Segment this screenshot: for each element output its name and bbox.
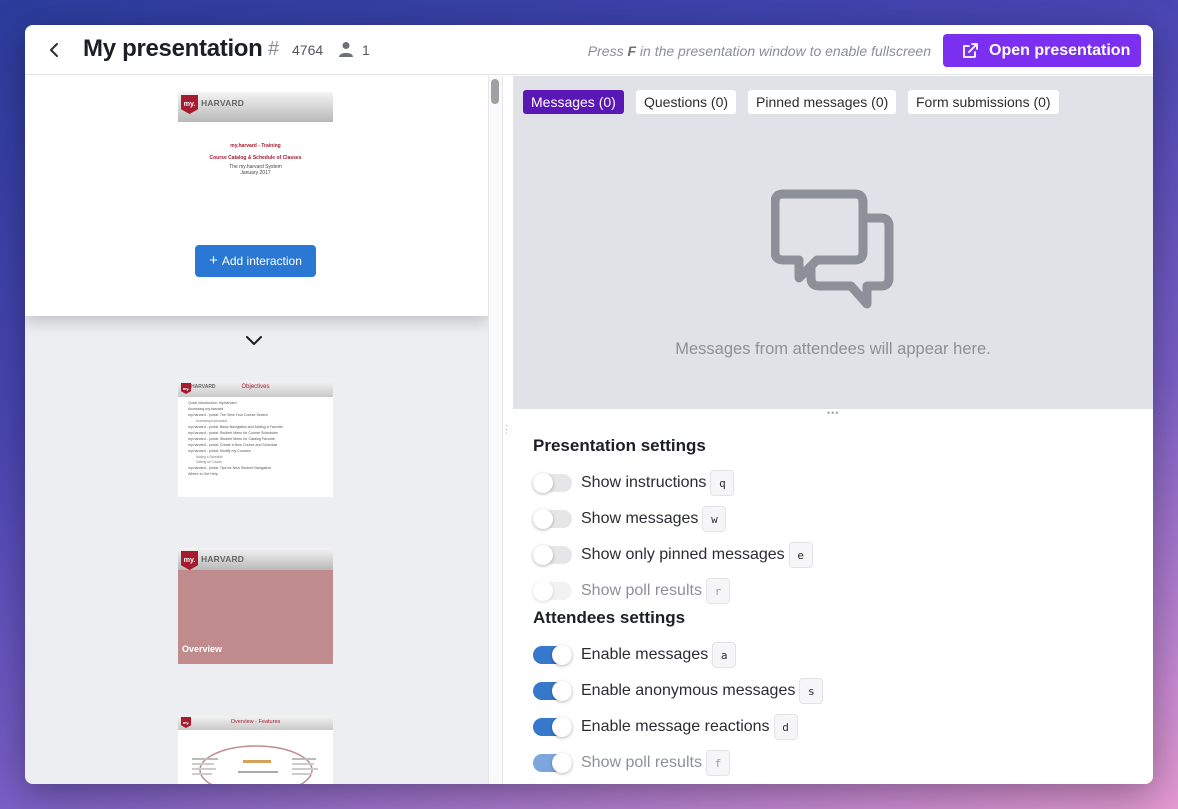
setting-show-instructions: Show instructions q <box>533 469 735 497</box>
setting-label: Show only pinned messages <box>581 546 785 563</box>
tab-messages[interactable]: Messages (0) <box>523 90 624 114</box>
presentation-code: 4764 <box>292 42 324 58</box>
divider-handle-icon[interactable]: · · · <box>505 422 508 438</box>
features-title: Overview - Features <box>230 719 281 725</box>
shortcut-key: r <box>705 578 730 604</box>
setting-label: Show poll results <box>581 582 702 599</box>
add-interaction-label: Add interaction <box>221 254 302 268</box>
hash-icon: # <box>268 38 280 60</box>
slide-date-line: January 2017 <box>240 170 271 176</box>
setting-attendee-poll-results: Show poll results f <box>533 749 730 777</box>
slide-thumbnail-2[interactable]: my. HARVARD Objectives Quick introductio… <box>178 381 333 497</box>
attendees-settings-heading: Attendees settings <box>533 608 686 627</box>
slide-thumbnail-1[interactable]: my. HARVARD my.harvard - Training Course… <box>178 92 333 208</box>
harvard-logo: my. <box>181 95 198 114</box>
setting-show-pinned-only: Show only pinned messages e <box>533 541 813 569</box>
objective-bullet: my.harvard - portal: Create a New Course… <box>188 443 278 447</box>
enable-anonymous-toggle[interactable] <box>533 681 572 701</box>
empty-messages-text: Messages from attendees will appear here… <box>675 340 991 358</box>
slide-subtitle-line: Course Catalog & Schedule of Classes <box>209 155 302 161</box>
overview-label: Overview <box>182 644 223 654</box>
scrollbar-thumb[interactable] <box>491 79 499 104</box>
setting-enable-messages: Enable messages a <box>533 641 737 669</box>
fullscreen-hint: Press F in the presentation window to en… <box>587 43 931 59</box>
resize-handle-icon[interactable]: ••• <box>827 409 839 418</box>
show-pinned-only-toggle[interactable] <box>533 545 572 565</box>
shortcut-key: f <box>705 750 730 776</box>
setting-show-messages: Show messages w <box>533 505 727 533</box>
back-arrow-icon[interactable] <box>43 38 67 62</box>
slide-header-bar: my. HARVARD <box>178 92 333 122</box>
objective-subbullet: Getting on Course <box>196 460 222 464</box>
harvard-brand: HARVARD <box>201 554 245 564</box>
shortcut-key: q <box>710 470 735 496</box>
external-link-icon <box>963 42 978 58</box>
objective-bullet: Quick introduction: my.harvard <box>188 401 237 405</box>
objective-bullet: my.harvard - portal: Modify my Courses <box>188 449 251 453</box>
objective-bullet: my.harvard - portal: The View Your Cours… <box>188 413 268 417</box>
setting-label: Show poll results <box>581 754 702 771</box>
harvard-brand: HARVARD <box>201 98 245 108</box>
show-messages-toggle[interactable] <box>533 509 572 529</box>
slide-thumbnail-3[interactable]: my. HARVARD Overview <box>178 548 333 664</box>
shortcut-key: a <box>712 642 737 668</box>
setting-label: Show messages <box>581 510 699 527</box>
shortcut-key: e <box>788 542 813 568</box>
show-poll-results-toggle[interactable] <box>533 581 572 601</box>
objective-bullet: Where to Get Help <box>188 472 218 476</box>
slide-title-line: my.harvard - Training <box>230 143 281 149</box>
chat-bubbles-icon <box>771 189 894 309</box>
app-window: My presentation # 4764 1 Press F in the … <box>25 25 1153 784</box>
shortcut-key: w <box>702 506 727 532</box>
objective-bullet: my.harvard - portal: Basic Navigation an… <box>188 425 283 429</box>
objective-bullet: my.harvard - portal: Student Menu for Ca… <box>188 437 275 441</box>
enable-reactions-toggle[interactable] <box>533 717 572 737</box>
setting-label: Enable anonymous messages <box>581 682 796 699</box>
presentation-settings-heading: Presentation settings <box>533 436 706 455</box>
enable-messages-toggle[interactable] <box>533 645 572 665</box>
setting-enable-reactions: Enable message reactions d <box>533 713 798 741</box>
page-title: My presentation <box>83 35 263 62</box>
shortcut-key: s <box>799 678 824 704</box>
chevron-down-icon[interactable] <box>244 333 264 347</box>
shortcut-key: d <box>773 714 798 740</box>
slide-list-scrollbar[interactable] <box>488 76 502 784</box>
current-slide-card: my. HARVARD my.harvard - Training Course… <box>25 76 488 316</box>
header-bar: My presentation # 4764 1 Press F in the … <box>25 25 1153 75</box>
objective-subbullet: Accessing my.harvard <box>196 419 228 423</box>
hint-key: F <box>627 43 637 59</box>
objective-bullet: my.harvard - portal: Tips for New Studen… <box>188 466 272 470</box>
objectives-title: Objectives <box>241 384 270 390</box>
attendee-count: 1 <box>362 42 370 58</box>
objective-subbullet: Adding a Schedule <box>196 455 223 459</box>
slide-header-bar: my. Overview - Features <box>178 716 333 730</box>
tab-questions[interactable]: Questions (0) <box>636 90 737 114</box>
settings-panel: Presentation settings Show instructions … <box>513 417 1153 784</box>
slide-header-bar: my. HARVARD Objectives <box>178 381 333 397</box>
setting-label: Enable message reactions <box>581 718 770 735</box>
setting-show-poll-results: Show poll results r <box>533 577 730 605</box>
show-instructions-toggle[interactable] <box>533 473 572 493</box>
plus-icon: + <box>209 252 218 269</box>
messages-panel: Messages (0) Questions (0) Pinned messag… <box>513 76 1153 409</box>
open-presentation-button[interactable]: Open presentation <box>943 34 1141 67</box>
slide-thumbnail-4[interactable]: my. Overview - Features <box>178 716 333 784</box>
attendee-poll-results-toggle[interactable] <box>533 753 572 773</box>
features-diagram <box>192 745 318 784</box>
objective-bullet: Accessing my.harvard <box>188 407 224 411</box>
setting-enable-anonymous: Enable anonymous messages s <box>533 677 824 705</box>
open-presentation-label: Open presentation <box>989 41 1131 59</box>
objective-bullet: my.harvard - portal: Student Menu for Co… <box>188 431 278 435</box>
tab-pinned-messages[interactable]: Pinned messages (0) <box>748 90 897 114</box>
harvard-logo: my. <box>181 551 198 570</box>
setting-label: Enable messages <box>581 646 709 663</box>
tab-form-submissions[interactable]: Form submissions (0) <box>908 90 1059 114</box>
slide-list-panel: my. HARVARD my.harvard - Training Course… <box>25 76 502 784</box>
person-icon <box>339 42 353 57</box>
slide-header-bar: my. HARVARD <box>178 548 333 570</box>
setting-label: Show instructions <box>581 474 707 491</box>
add-interaction-button[interactable]: + Add interaction <box>195 245 316 277</box>
